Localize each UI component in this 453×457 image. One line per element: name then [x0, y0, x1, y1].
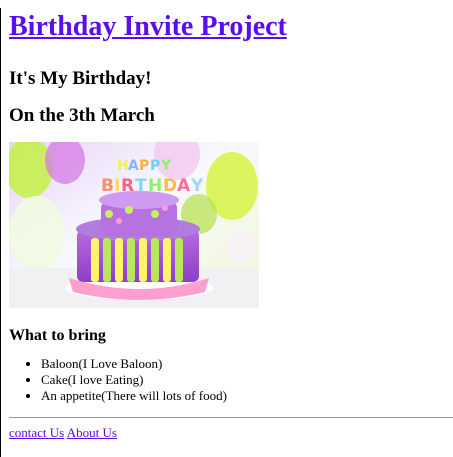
- birthday-cake-image: H A P P Y B I R T H D A Y: [9, 142, 259, 308]
- footer-divider: [9, 417, 453, 418]
- svg-text:D: D: [163, 176, 177, 196]
- svg-text:A: A: [128, 158, 139, 174]
- left-border: [0, 8, 1, 457]
- bring-list: Baloon(I Love Baloon) Cake(I love Eating…: [9, 356, 445, 404]
- svg-text:P: P: [150, 158, 160, 174]
- svg-text:H: H: [117, 158, 129, 174]
- contact-us-link[interactable]: contact Us: [9, 425, 64, 440]
- what-to-bring-heading: What to bring: [9, 327, 106, 344]
- about-us-link[interactable]: About Us: [67, 425, 117, 440]
- page-content: Birthday Invite Project It's My Birthday…: [0, 8, 453, 441]
- title-link[interactable]: Birthday Invite Project: [9, 11, 287, 42]
- birthday-heading: It's My Birthday!: [9, 68, 152, 89]
- list-item: An appetite(There will lots of food): [41, 388, 445, 404]
- svg-text:P: P: [139, 158, 149, 174]
- footer-links: contact Us About Us: [9, 425, 445, 441]
- list-item: Cake(I love Eating): [41, 372, 445, 388]
- page-title: Birthday Invite Project: [9, 8, 445, 46]
- svg-text:B: B: [101, 176, 114, 196]
- svg-text:Y: Y: [190, 176, 204, 196]
- date-heading: On the 3th March: [9, 105, 155, 126]
- svg-text:Y: Y: [160, 158, 172, 174]
- list-item: Baloon(I Love Baloon): [41, 356, 445, 372]
- svg-text:A: A: [177, 176, 191, 196]
